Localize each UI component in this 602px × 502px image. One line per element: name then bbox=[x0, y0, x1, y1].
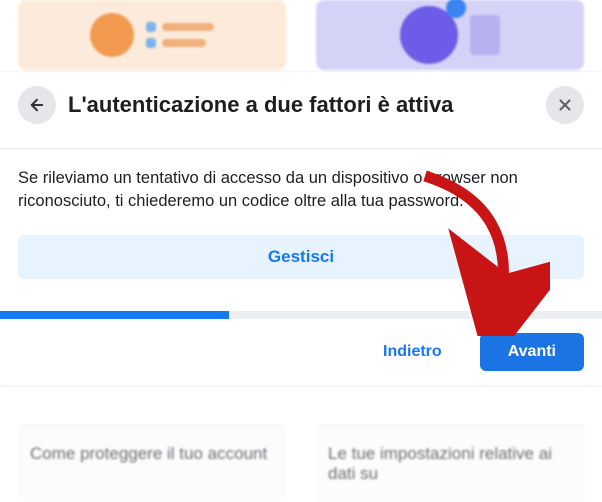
modal-body: Se rileviamo un tentativo di accesso da … bbox=[0, 149, 602, 311]
modal-header: L'autenticazione a due fattori è attiva bbox=[0, 72, 602, 149]
next-button[interactable]: Avanti bbox=[480, 333, 584, 371]
manage-button[interactable]: Gestisci bbox=[18, 235, 584, 279]
bg-link-2: Le tue impostazioni relative ai dati su bbox=[316, 425, 584, 502]
progress-fill bbox=[0, 311, 229, 319]
arrow-left-icon bbox=[28, 96, 46, 114]
bg-link-1: Come proteggere il tuo account bbox=[18, 425, 286, 502]
bg-card-1 bbox=[18, 0, 286, 70]
bg-card-2 bbox=[316, 0, 584, 70]
back-icon-button[interactable] bbox=[18, 86, 56, 124]
close-icon bbox=[556, 96, 574, 114]
progress-bar bbox=[0, 311, 602, 319]
modal-footer: Indietro Avanti bbox=[0, 319, 602, 385]
previous-button[interactable]: Indietro bbox=[355, 333, 470, 371]
close-button[interactable] bbox=[546, 86, 584, 124]
two-factor-modal: L'autenticazione a due fattori è attiva … bbox=[0, 72, 602, 385]
modal-description: Se rileviamo un tentativo di accesso da … bbox=[18, 167, 584, 213]
modal-title: L'autenticazione a due fattori è attiva bbox=[68, 92, 534, 118]
